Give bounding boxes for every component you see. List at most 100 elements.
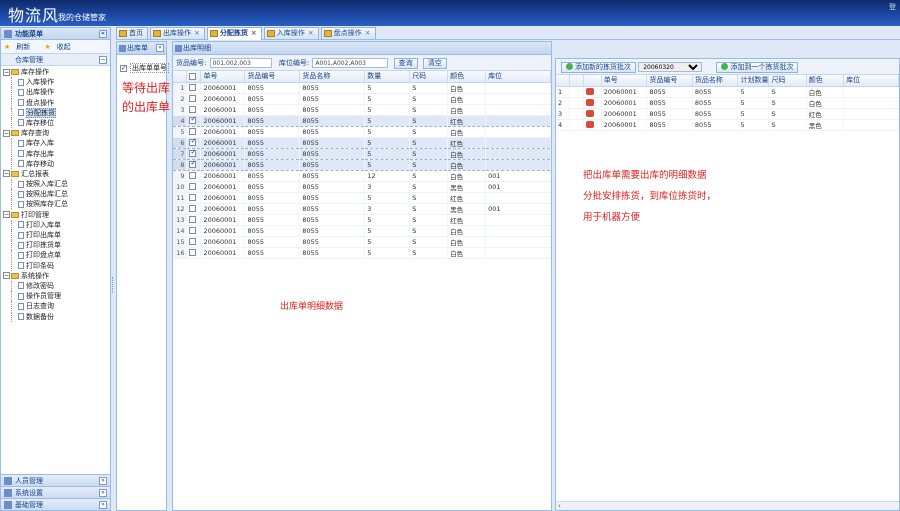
row-checkbox-cell[interactable] (186, 236, 202, 248)
delete-icon[interactable] (585, 88, 594, 95)
row-checkbox-cell[interactable] (186, 203, 202, 215)
row-checkbox-cell[interactable] (186, 181, 202, 193)
column-header[interactable]: 库位 (843, 75, 899, 87)
table-row[interactable]: 5 20060001 8055 8055 5 S 白色 (173, 126, 551, 138)
row-checkbox[interactable] (189, 227, 197, 234)
item-code-filter-input[interactable] (209, 58, 272, 68)
nav-item[interactable]: 按照入库汇总 (3, 179, 110, 190)
nav-item[interactable]: 库存移动 (3, 158, 110, 169)
column-header[interactable]: 货品编号 (244, 71, 301, 83)
row-checkbox[interactable] (189, 95, 197, 102)
select-all-header[interactable] (186, 71, 202, 83)
row-checkbox-cell[interactable] (186, 214, 202, 226)
close-tab-icon[interactable]: × (308, 29, 314, 37)
nav-group[interactable]: − 打印管理 (3, 210, 110, 220)
table-row[interactable]: 420060001805580555S红色 (173, 115, 551, 127)
nav-group[interactable]: − 库存操作 (3, 67, 110, 77)
nav-group[interactable]: − 汇总报表 (3, 169, 110, 179)
row-checkbox-cell[interactable] (186, 148, 202, 160)
nav-item[interactable]: 入库操作 (3, 77, 110, 88)
nav-item[interactable]: 打印出库单 (3, 230, 110, 241)
column-header[interactable]: 单号 (601, 75, 648, 87)
nav-section-bar[interactable]: 系统设置 » (1, 486, 110, 498)
nav-item[interactable]: 修改密码 (3, 280, 110, 292)
nav-collapse-all-button[interactable]: ★ 收起 (45, 43, 77, 51)
outbound-order-row[interactable]: 出库单单号 (117, 63, 169, 74)
delete-cell[interactable] (583, 119, 602, 131)
row-checkbox[interactable] (189, 183, 197, 190)
column-header[interactable]: 库位 (485, 71, 551, 83)
row-checkbox[interactable] (189, 249, 197, 256)
nav-item[interactable]: 日志查询 (3, 301, 110, 312)
expand-toggle-icon[interactable]: − (3, 170, 10, 178)
splitter-grip[interactable] (112, 277, 115, 293)
row-checkbox[interactable] (189, 84, 197, 91)
table-row[interactable]: 14 20060001 8055 8055 5 S 白色 (173, 225, 551, 237)
nav-collapse-button[interactable]: « (99, 30, 107, 38)
nav-item[interactable]: 打印拣货单 (3, 240, 110, 251)
row-checkbox[interactable] (189, 137, 197, 146)
row-checkbox-cell[interactable] (186, 104, 202, 116)
row-checkbox-cell[interactable] (186, 159, 202, 171)
table-row[interactable]: 3 20060001 8055 8055 5 S 白色 (173, 104, 551, 116)
table-row[interactable]: 15 20060001 8055 8055 5 S 白色 (173, 236, 551, 248)
expand-section-button[interactable]: » (99, 477, 107, 485)
scroll-left-icon[interactable]: ‹ (558, 502, 561, 510)
nav-group[interactable]: − 系统操作 (3, 271, 110, 281)
table-row[interactable]: 1 20060001 8055 8055 5 S 白色 (173, 82, 551, 94)
nav-section-bar[interactable]: 基础管理 » (1, 498, 110, 510)
close-tab-icon[interactable]: × (194, 29, 200, 37)
table-row[interactable]: 3 20060001 8055 8055 5 S 红色 (556, 108, 899, 120)
column-header[interactable]: 颜色 (447, 71, 487, 83)
select-all-checkbox[interactable] (189, 72, 197, 80)
nav-section-collapse-button[interactable]: − (99, 56, 107, 64)
row-checkbox[interactable] (189, 148, 197, 157)
table-row[interactable]: 9 20060001 8055 8055 12 S 白色 001 (173, 170, 551, 182)
close-tab-icon[interactable]: × (365, 29, 371, 37)
row-checkbox[interactable] (189, 194, 197, 201)
column-header[interactable]: 货品编号 (646, 75, 693, 87)
nav-item[interactable]: 盘点操作 (3, 97, 110, 108)
add-to-pick-batch-button[interactable]: 添加到一个拣货批次 (716, 61, 799, 73)
column-header[interactable]: 尺码 (409, 71, 449, 83)
column-header[interactable]: 尺码 (768, 75, 807, 87)
table-row[interactable]: 12 20060001 8055 8055 3 S 黑色 001 (173, 203, 551, 215)
expand-toggle-icon[interactable]: − (3, 68, 10, 76)
delete-icon[interactable] (585, 99, 594, 106)
table-row[interactable]: 11 20060001 8055 8055 5 S 红色 (173, 192, 551, 204)
delete-cell[interactable] (583, 86, 602, 98)
new-pick-batch-button[interactable]: 添加新的拣货批次 (561, 61, 636, 73)
expand-toggle-icon[interactable]: − (3, 272, 10, 280)
outbound-order-collapse-button[interactable]: « (156, 44, 164, 52)
column-header[interactable]: 计划数量 (737, 75, 770, 87)
table-row[interactable]: 1 20060001 8055 8055 5 S 白色 (556, 86, 899, 98)
row-checkbox-cell[interactable] (186, 126, 202, 138)
row-checkbox-cell[interactable] (186, 225, 202, 237)
row-checkbox[interactable] (189, 216, 197, 223)
nav-section-header[interactable]: 仓库管理 − (1, 54, 110, 66)
row-checkbox[interactable] (189, 205, 197, 212)
nav-item[interactable]: 打印盘点单 (3, 250, 110, 261)
nav-item[interactable]: 库存出库 (3, 148, 110, 159)
expand-toggle-icon[interactable]: − (3, 129, 10, 137)
tab-item[interactable]: 入库操作 × (263, 27, 319, 39)
table-row[interactable]: 10 20060001 8055 8055 3 S 黑色 001 (173, 181, 551, 193)
location-filter-input[interactable] (312, 58, 389, 68)
row-checkbox-cell[interactable] (186, 115, 202, 127)
column-header[interactable]: 数量 (364, 71, 411, 83)
row-checkbox-cell[interactable] (186, 93, 202, 105)
row-checkbox-cell[interactable] (186, 82, 202, 94)
pick-batch-select[interactable]: 20060320 (638, 62, 703, 72)
nav-item[interactable]: 打印入库单 (3, 219, 110, 230)
table-row[interactable]: 4 20060001 8055 8055 5 S 黑色 (556, 119, 899, 131)
table-row[interactable]: 2 20060001 8055 8055 5 S 白色 (556, 97, 899, 109)
expand-toggle-icon[interactable]: − (3, 211, 10, 219)
row-checkbox[interactable] (189, 115, 197, 124)
tab-item[interactable]: 出库操作 × (150, 27, 205, 39)
table-row[interactable]: 16 20060001 8055 8055 5 S 白色 (173, 247, 551, 259)
nav-section-bar[interactable]: 人员管理 » (1, 474, 110, 486)
delete-icon[interactable] (585, 121, 594, 128)
row-checkbox-cell[interactable] (186, 192, 202, 204)
table-row[interactable]: 720060001805580555S白色 (173, 148, 551, 160)
column-header[interactable]: 货品名称 (692, 75, 739, 87)
